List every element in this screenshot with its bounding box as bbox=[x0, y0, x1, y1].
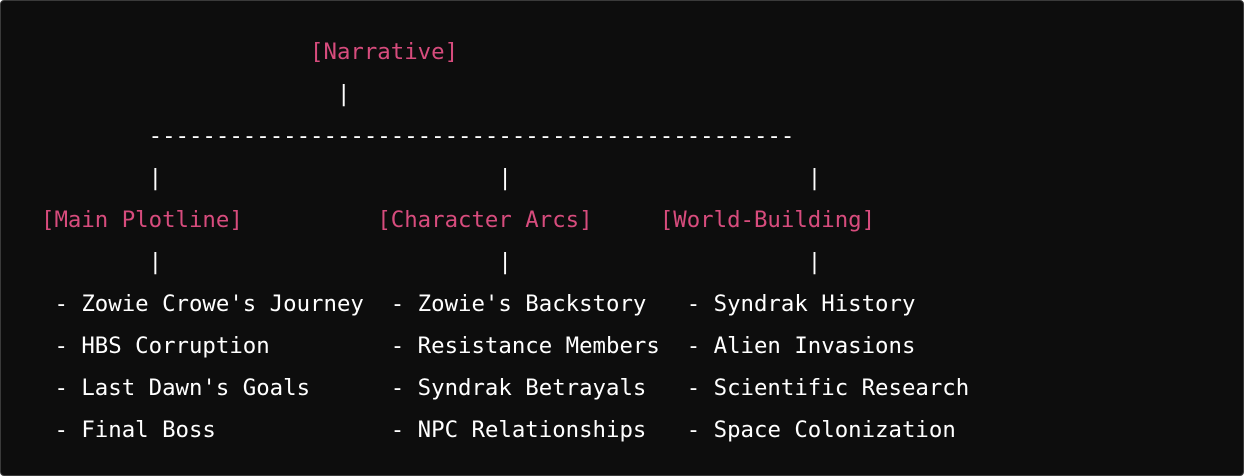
list-item: - Alien Invasions bbox=[686, 333, 916, 359]
list-item: - Last Dawn's Goals bbox=[54, 375, 311, 401]
tree-diagram: [Narrative] | --------------------------… bbox=[41, 31, 969, 451]
node-root: [Narrative] bbox=[310, 39, 459, 65]
list-item: - Zowie Crowe's Journey bbox=[54, 291, 364, 317]
list-item: - Space Colonization bbox=[686, 417, 956, 443]
connector-horizontal-bar: ----------------------------------------… bbox=[148, 123, 795, 149]
list-item: - HBS Corruption bbox=[54, 333, 270, 359]
code-block: [Narrative] | --------------------------… bbox=[0, 0, 1244, 476]
connector-branch-1-bottom: | bbox=[148, 249, 163, 275]
connector-root-vertical: | bbox=[336, 81, 351, 107]
list-item: - Final Boss bbox=[54, 417, 216, 443]
connector-branch-1-top: | bbox=[148, 165, 163, 191]
list-item: - Scientific Research bbox=[686, 375, 970, 401]
connector-branch-2-bottom: | bbox=[498, 249, 512, 275]
node-main-plotline: [Main Plotline] bbox=[41, 207, 243, 233]
list-item: - Syndrak History bbox=[686, 291, 916, 317]
connector-branch-2-top: | bbox=[498, 165, 512, 191]
node-character-arcs: [Character Arcs] bbox=[377, 207, 593, 233]
list-item: - Syndrak Betrayals bbox=[390, 375, 647, 401]
connector-branch-3-bottom: | bbox=[807, 249, 822, 275]
list-item: - Resistance Members bbox=[390, 333, 660, 359]
node-world-building: [World-Building] bbox=[659, 207, 876, 233]
list-item: - NPC Relationships bbox=[390, 417, 647, 443]
list-item: - Zowie's Backstory bbox=[390, 291, 647, 317]
connector-branch-3-top: | bbox=[807, 165, 822, 191]
